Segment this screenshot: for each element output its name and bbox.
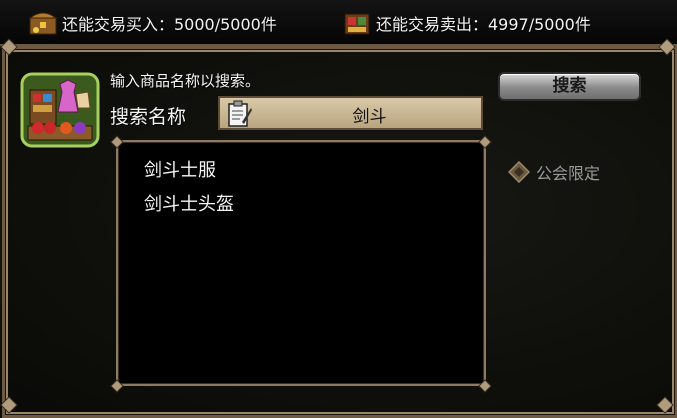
corner-ornament <box>0 396 18 414</box>
trade-limit-bar: 还能交易买入：5000/5000件 还能交易卖出：4997/5000件 <box>0 0 677 46</box>
search-input[interactable] <box>260 98 479 130</box>
search-hint: 输入商品名称以搜索。 <box>110 72 261 90</box>
market-shop-icon <box>20 72 100 148</box>
corner-ornament <box>656 396 674 414</box>
diamond-icon <box>507 160 531 184</box>
buy-limit-text: 还能交易买入：5000/5000件 <box>62 15 277 34</box>
corner-ornament <box>110 378 124 393</box>
sell-limit: 还能交易卖出：4997/5000件 <box>342 10 591 36</box>
guild-only-label: 公会限定 <box>536 164 601 183</box>
guild-only-toggle[interactable]: 公会限定 <box>507 160 601 184</box>
corner-ornament <box>110 134 124 149</box>
corner-ornament <box>478 134 492 149</box>
search-name-label: 搜索名称 <box>110 106 187 128</box>
clipboard-icon <box>226 100 252 128</box>
search-name-field[interactable] <box>218 96 483 130</box>
buy-limit: 还能交易买入：5000/5000件 <box>28 10 277 36</box>
chest-icon <box>28 10 58 36</box>
sell-limit-text: 还能交易卖出：4997/5000件 <box>376 15 591 34</box>
corner-ornament <box>658 38 676 56</box>
list-item[interactable]: 剑斗士服 <box>144 156 216 182</box>
stall-icon <box>342 10 372 36</box>
corner-ornament <box>0 38 18 56</box>
search-button[interactable]: 搜索 <box>498 72 641 101</box>
search-results-list: 剑斗士服 剑斗士头盔 <box>110 135 492 393</box>
list-item[interactable]: 剑斗士头盔 <box>144 190 234 216</box>
corner-ornament <box>478 378 492 393</box>
